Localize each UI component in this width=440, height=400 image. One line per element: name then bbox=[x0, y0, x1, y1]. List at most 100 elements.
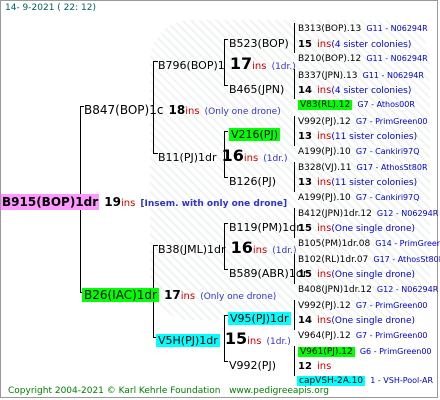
gen3-name[interactable]: B119(PM)1dr bbox=[229, 221, 301, 234]
root-queen[interactable]: B915(BOP)1dr 19ins [Insem. with only one… bbox=[1, 193, 287, 210]
gen2-node[interactable]: B796(BOP)1 17ins (1dr.) bbox=[158, 56, 296, 72]
connector-g3-4 bbox=[294, 162, 295, 192]
gen3-node[interactable]: B126(PJ) bbox=[229, 172, 276, 188]
gen4-name[interactable]: V961(PJ).12 bbox=[298, 347, 355, 357]
gen4-name[interactable]: B328(VJ).11 bbox=[298, 163, 352, 173]
gen2-note: (1dr.) bbox=[271, 62, 296, 72]
gen2-ins-label: ins bbox=[247, 336, 262, 347]
connector-g3-8 bbox=[294, 346, 295, 376]
gen1-node[interactable]: B847(BOP)1c 18ins (Only one drone) bbox=[84, 101, 281, 117]
gen4-name[interactable]: V83(RL).12 bbox=[298, 100, 353, 110]
gen4-source: G7 - PrimGreen00 bbox=[355, 331, 428, 340]
gen3-name[interactable]: V95(PJ)1dr bbox=[228, 312, 291, 325]
connector-g3-3 bbox=[294, 116, 295, 146]
root-name[interactable]: B915(BOP)1dr bbox=[1, 194, 100, 210]
gen3-node[interactable]: V95(PJ)1dr bbox=[228, 309, 291, 325]
gen4-node[interactable]: A199(PJ).10 G7 - Cankiri97Q bbox=[298, 187, 420, 203]
gen3-name[interactable]: B465(JPN) bbox=[229, 83, 284, 96]
gen4-name[interactable]: capVSH-2A.10 bbox=[297, 376, 366, 386]
gen4-source: G11 - N06294R bbox=[366, 24, 428, 33]
gen2-ins-label: ins bbox=[252, 245, 268, 256]
gen2-ins-count: 16 bbox=[221, 146, 244, 165]
gen1-name[interactable]: B847(BOP)1c bbox=[84, 103, 163, 117]
gen4-node[interactable]: B337(JPN).13 G11 - N06294R bbox=[298, 65, 424, 81]
copyright-text: Copyright 2004-2021 © Karl Kehrle Founda… bbox=[8, 386, 221, 396]
gen2-node[interactable]: B11(PJ)1dr 16ins (1dr.) bbox=[158, 148, 288, 164]
gen3-name[interactable]: B523(BOP) bbox=[229, 37, 289, 50]
gen4-source: 1 - VSH-Pool-AR bbox=[370, 376, 434, 385]
gen4-name[interactable]: B105(PM)1dr.08 bbox=[298, 239, 370, 249]
gen4-source: G7 - Cankiri97Q bbox=[355, 193, 420, 202]
gen2-node[interactable]: B38(JML)1dr 16ins (1dr.) bbox=[158, 240, 296, 256]
gen4-source: G17 - AthosSt80R bbox=[356, 163, 428, 172]
gen2-name[interactable]: B38(JML)1dr bbox=[158, 243, 226, 256]
gen4-node[interactable]: V992(PJ).12 G7 - PrimGreen00 bbox=[298, 295, 428, 311]
gen2-ins-count: 15 bbox=[224, 329, 248, 348]
site-link[interactable]: www.pedigreeapis.org bbox=[229, 386, 329, 396]
gen4-node[interactable]: capVSH-2A.10 1 - VSH-Pool-AR bbox=[297, 370, 433, 386]
gen4-name[interactable]: B313(BOP).13 bbox=[298, 24, 361, 34]
gen3-node[interactable]: B465(JPN) bbox=[229, 80, 284, 96]
gen4-source: G14 - PrimGreen00 bbox=[375, 239, 440, 248]
gen4-node[interactable]: B102(RL)1dr.07 G17 - AthosSt80R bbox=[298, 249, 440, 265]
gen3-node[interactable]: V992(PJ) bbox=[229, 356, 276, 372]
connector-g2c-top bbox=[224, 223, 228, 224]
gen3-node[interactable]: B589(ABR)1dr bbox=[229, 264, 307, 280]
gen3-name[interactable]: V216(PJ) bbox=[229, 128, 280, 141]
gen4-node[interactable]: B328(VJ).11 G17 - AthosSt80R bbox=[298, 157, 428, 173]
root-ins-label: ins bbox=[120, 198, 136, 209]
gen2-node[interactable]: V5H(PJ)1dr 15ins (1dr.) bbox=[156, 331, 291, 347]
gen4-source: G6 - PrimGreen00 bbox=[359, 347, 432, 356]
gen4-node[interactable]: B210(BOP).12 G11 - N06294R bbox=[298, 48, 428, 64]
gen4-name[interactable]: V992(PJ).12 bbox=[298, 301, 351, 311]
gen3-name[interactable]: V992(PJ) bbox=[229, 359, 276, 372]
gen3-ins: 13 ins(11 sister colonies) bbox=[298, 172, 417, 188]
root-ins-count: 19 bbox=[104, 195, 121, 209]
gen3-name[interactable]: B126(PJ) bbox=[229, 175, 276, 188]
gen4-source: G7 - PrimGreen00 bbox=[355, 301, 428, 310]
gen3-node[interactable]: B523(BOP) bbox=[229, 34, 289, 50]
connector-g2b-bottom bbox=[224, 177, 228, 178]
gen2-name[interactable]: B11(PJ)1dr bbox=[158, 151, 217, 164]
gen4-node[interactable]: B313(BOP).13 G11 - N06294R bbox=[298, 18, 428, 34]
gen2-name[interactable]: V5H(PJ)1dr bbox=[156, 334, 220, 347]
gen4-node[interactable]: V992(PJ).12 G7 - PrimGreen00 bbox=[298, 111, 428, 127]
gen4-node[interactable]: A199(PJ).10 G7 - Cankiri97Q bbox=[298, 141, 420, 157]
gen1-name[interactable]: B26(IAC)1dr bbox=[82, 288, 159, 302]
connector-g2c-bottom bbox=[224, 269, 228, 270]
gen4-name[interactable]: B102(RL)1dr.07 bbox=[298, 255, 368, 265]
gen3-name[interactable]: B589(ABR)1dr bbox=[229, 267, 307, 280]
gen4-source: G17 - AthosSt80R bbox=[373, 255, 440, 264]
gen3-ins: 13 ins(11 sister colonies) bbox=[298, 126, 417, 142]
gen4-source: G7 - Athos00R bbox=[357, 100, 415, 109]
gen4-node[interactable]: V83(RL).12 G7 - Athos00R bbox=[298, 94, 415, 110]
gen4-name[interactable]: V964(PJ).12 bbox=[298, 331, 351, 341]
gen4-name[interactable]: B408(JPN)1dr.12 bbox=[298, 285, 372, 295]
gen2-name[interactable]: B796(BOP)1 bbox=[158, 59, 225, 72]
gen1-node[interactable]: B26(IAC)1dr 17ins (Only one drone) bbox=[82, 286, 276, 302]
gen4-node[interactable]: V961(PJ).12 G6 - PrimGreen00 bbox=[298, 341, 432, 357]
gen4-source: G12 - N06294R bbox=[376, 209, 439, 218]
connector-g2b-top bbox=[224, 131, 228, 132]
gen4-name[interactable]: A199(PJ).10 bbox=[298, 147, 351, 157]
gen4-node[interactable]: B408(JPN)1dr.12 G12 - N06294R bbox=[298, 279, 438, 295]
gen4-name[interactable]: A199(PJ).10 bbox=[298, 193, 351, 203]
gen2-note: (1dr.) bbox=[263, 154, 288, 164]
gen2-ins-label: ins bbox=[243, 153, 259, 164]
copyright-footer: Copyright 2004-2021 © Karl Kehrle Founda… bbox=[8, 387, 329, 396]
gen4-node[interactable]: V964(PJ).12 G7 - PrimGreen00 bbox=[298, 325, 428, 341]
connector-g2d-bottom bbox=[224, 361, 228, 362]
gen3-node[interactable]: B119(PM)1dr bbox=[229, 218, 301, 234]
gen4-name[interactable]: B210(BOP).12 bbox=[298, 54, 361, 64]
gen4-name[interactable]: B412(JPN)1dr.12 bbox=[298, 209, 372, 219]
gen1-ins-label: ins bbox=[185, 106, 200, 117]
gen4-source: G7 - PrimGreen00 bbox=[355, 117, 428, 126]
gen4-name[interactable]: B337(JPN).13 bbox=[298, 71, 358, 81]
gen4-node[interactable]: B412(JPN)1dr.12 G12 - N06294R bbox=[298, 203, 438, 219]
gen2-note: (1dr.) bbox=[272, 246, 297, 256]
connector-g3-7 bbox=[294, 300, 295, 330]
connector-g3-1 bbox=[294, 23, 295, 53]
gen3-node[interactable]: V216(PJ) bbox=[229, 125, 280, 141]
gen1-ins-count: 18 bbox=[168, 103, 186, 117]
gen4-name[interactable]: V992(PJ).12 bbox=[298, 117, 351, 127]
